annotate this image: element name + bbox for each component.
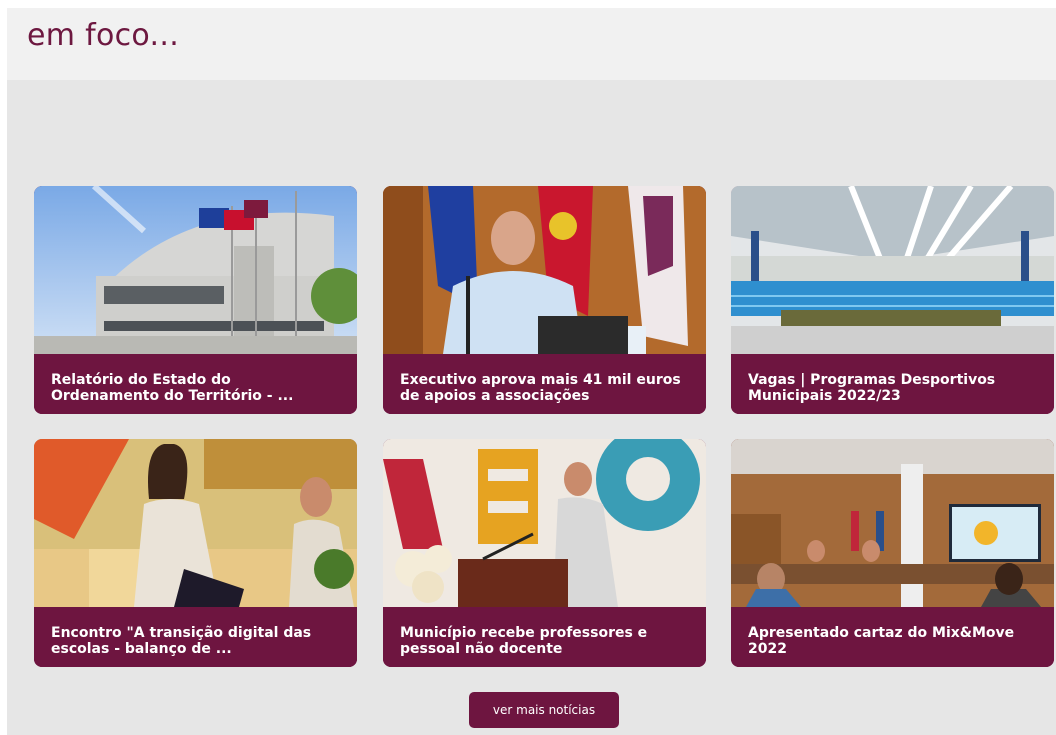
news-card-1[interactable]: Relatório do Estado do Ordenamento do Te…: [34, 186, 357, 414]
section-title: em foco...: [27, 18, 180, 53]
news-image-swimming-pool[interactable]: [731, 186, 1054, 354]
news-title[interactable]: Vagas | Programas Desportivos Municipais…: [731, 354, 1054, 414]
em-foco-section: em foco... Relatório do Estado do Ordena…: [7, 8, 1056, 735]
news-image-meeting-room[interactable]: [731, 439, 1054, 607]
news-title[interactable]: Encontro "A transição digital das escola…: [34, 607, 357, 667]
news-card-3[interactable]: Vagas | Programas Desportivos Municipais…: [731, 186, 1054, 414]
news-title[interactable]: Município recebe professores e pessoal n…: [383, 607, 706, 667]
news-image-official-desk[interactable]: [383, 186, 706, 354]
news-title[interactable]: Relatório do Estado do Ordenamento do Te…: [34, 354, 357, 414]
news-card-2[interactable]: Executivo aprova mais 41 mil euros de ap…: [383, 186, 706, 414]
news-image-town-hall[interactable]: [34, 186, 357, 354]
news-title[interactable]: Executivo aprova mais 41 mil euros de ap…: [383, 354, 706, 414]
news-card-4[interactable]: Encontro "A transição digital das escola…: [34, 439, 357, 667]
news-image-speaker-podium[interactable]: [383, 439, 706, 607]
news-title[interactable]: Apresentado cartaz do Mix&Move 2022: [731, 607, 1054, 667]
news-image-speaker-stage[interactable]: [34, 439, 357, 607]
more-news-button[interactable]: ver mais notícias: [469, 692, 619, 728]
section-header: em foco...: [7, 8, 1056, 80]
news-card-6[interactable]: Apresentado cartaz do Mix&Move 2022: [731, 439, 1054, 667]
news-card-5[interactable]: Município recebe professores e pessoal n…: [383, 439, 706, 667]
